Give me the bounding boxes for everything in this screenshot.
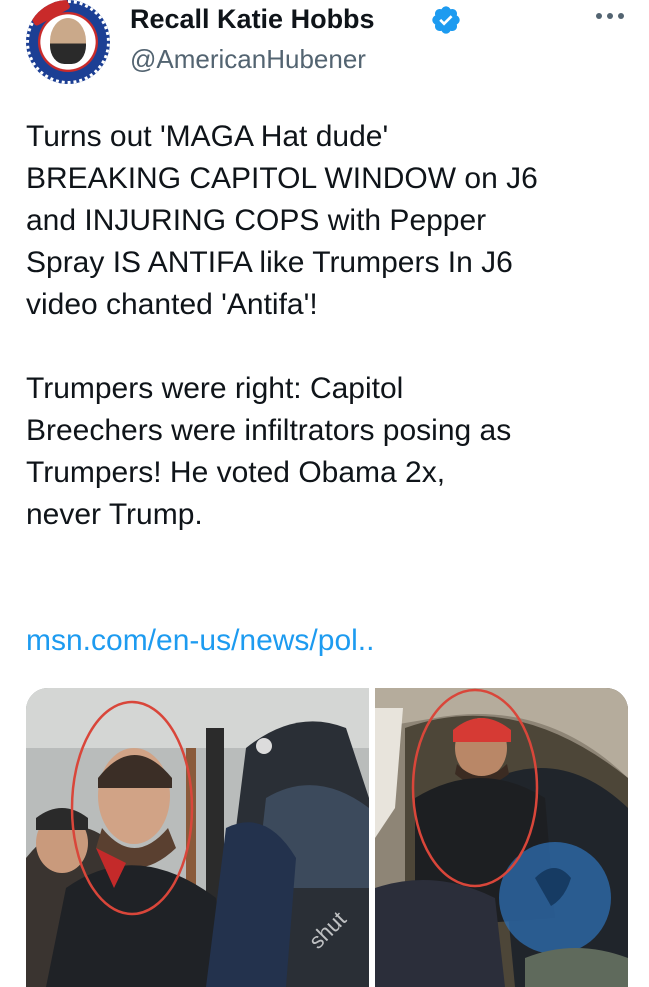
photo-left-illustration: shut [26,688,369,987]
tweet-header: Recall Katie Hobbs @AmericanHubener [0,0,649,90]
avatar-portrait [50,18,86,64]
verified-badge-icon [432,6,460,34]
author-avatar[interactable] [26,0,110,84]
tweet-link[interactable]: msn.com/en-us/news/pol.. [26,620,374,662]
media-photo-left[interactable]: shut [26,688,369,987]
tweet-media[interactable]: shut [26,688,628,987]
author-display-name[interactable]: Recall Katie Hobbs [130,4,375,34]
photo-right-illustration [375,688,628,987]
author-handle[interactable]: @AmericanHubener [130,44,366,74]
media-photo-right[interactable] [375,688,628,987]
more-options-icon[interactable] [590,2,630,30]
tweet-text: Turns out 'MAGA Hat dude' BREAKING CAPIT… [26,120,538,531]
